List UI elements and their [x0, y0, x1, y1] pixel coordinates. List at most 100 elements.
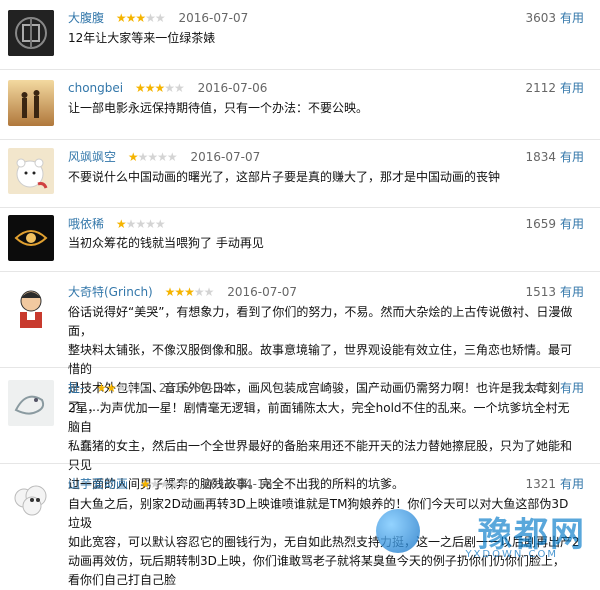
star-filled-icon: ★ [127, 150, 139, 164]
review-header: 山芋爱动画 ★★★★★ 2016-04-18 [68, 475, 272, 493]
white-bear-avatar-icon [8, 148, 54, 194]
star-filled-icon: ★ [115, 11, 127, 25]
review-text-line: 动画再效仿，玩后期转制3D上映，你们谁敢骂老子就将某臭鱼今天的例子扔你们仍你们脸… [68, 554, 565, 568]
star-filled-icon: ★ [105, 381, 117, 395]
star-empty-icon: ★ [135, 381, 146, 395]
review-text-line: 俗话说得好“美哭”，有想象力，看到了你们的努力，不易。然而大杂烩的上古传说傲衬、… [68, 305, 573, 338]
username-link[interactable]: 大奇特(Grinch) [68, 285, 153, 299]
star-empty-icon: ★ [193, 285, 205, 299]
rating-stars: ★★★★★ [134, 79, 185, 97]
username-link[interactable]: 山芋爱动画 [68, 477, 128, 491]
rating-stars: ★★★★★ [139, 475, 190, 493]
dark-emblem-avatar-icon [8, 10, 54, 56]
review-header: 风飒飒空 ★★★★★ 2016-07-07 [68, 148, 260, 166]
useful-button[interactable]: 有用 [560, 9, 584, 27]
review-text-line: 如此宽容，可以默认容忍它的圈钱行为，无自如此热烈支持力挺，这一之后剧一一以后剧再… [68, 535, 580, 549]
star-empty-icon: ★ [169, 477, 180, 491]
avatar[interactable] [8, 148, 54, 194]
star-empty-icon: ★ [164, 81, 175, 95]
sheep-cartoon-avatar-icon [8, 476, 54, 522]
review-date: 2016-07-07 [227, 285, 297, 299]
star-empty-icon: ★ [135, 217, 146, 231]
review-date: 2016-07-06 [197, 81, 268, 95]
star-filled-icon: ★ [135, 11, 146, 25]
avatar[interactable] [8, 476, 54, 522]
rating-stars: ★★★★★ [115, 215, 166, 233]
review-item: chongbei ★★★★★ 2016-07-06 2112 有用 让一部电影永… [0, 70, 600, 140]
review-date: 2016-07-07 [190, 150, 261, 164]
review-header: 大奇特(Grinch) ★★★★★ 2016-07-07 [68, 283, 297, 301]
review-header: 大腹腹 ★★★★★ 2016-07-07 [68, 9, 248, 27]
avatar[interactable] [8, 10, 54, 56]
star-filled-icon: ★ [154, 81, 165, 95]
useful-button[interactable]: 有用 [560, 475, 584, 493]
username-link[interactable]: 哦依稀 [68, 217, 104, 231]
rating-stars: ★★★★★ [96, 379, 146, 397]
star-empty-icon: ★ [145, 11, 156, 25]
review-date: 2016-04-18 [202, 477, 273, 491]
sunset-couple-avatar-icon [8, 80, 54, 126]
useful-button[interactable]: 有用 [560, 215, 584, 233]
star-filled-icon: ★ [125, 11, 137, 25]
review-text-line: 看你们自己打自己脸 [68, 573, 177, 587]
useful-count: 1321 [525, 477, 556, 491]
star-empty-icon: ★ [145, 217, 156, 231]
useful-button[interactable]: 有用 [560, 148, 584, 166]
star-empty-icon: ★ [154, 11, 166, 25]
useful-count: 2112 [525, 81, 556, 95]
star-empty-icon: ★ [159, 477, 170, 491]
review-item: 大腹腹 ★★★★★ 2016-07-07 3603 有用 12年让大家等来一位绿… [0, 0, 600, 70]
username-link[interactable]: 扯- [68, 381, 84, 395]
review-text: 12年让大家等来一位绿茶婊 [68, 31, 216, 45]
star-empty-icon: ★ [115, 381, 127, 395]
review-text: 不要说什么中国动画的曙光了，这部片子要是真的赚大了，那才是中国动画的丧钟 [68, 170, 501, 184]
username-link[interactable]: 风飒飒空 [68, 150, 116, 164]
star-empty-icon: ★ [147, 150, 158, 164]
star-filled-icon: ★ [134, 81, 146, 95]
star-filled-icon: ★ [96, 381, 107, 395]
username-link[interactable]: chongbei [68, 81, 123, 95]
avatar[interactable] [8, 80, 54, 126]
star-empty-icon: ★ [178, 477, 190, 491]
star-filled-icon: ★ [139, 477, 151, 491]
useful-count: 3603 [525, 11, 556, 25]
review-text: 自大鱼之后，别家2D动画再转3D上映谁喷谁就是TM狗娘养的！你们今天可以对大鱼这… [68, 495, 580, 590]
avatar[interactable] [8, 215, 54, 261]
review-item: 哦依稀 ★★★★★ 1659 有用 当初众筹花的钱就当喂狗了 手动再见 [0, 208, 600, 272]
star-filled-icon: ★ [164, 285, 176, 299]
avatar[interactable] [8, 380, 54, 426]
review-item: 大奇特(Grinch) ★★★★★ 2016-07-07 1513 有用 俗话说… [0, 272, 600, 414]
star-empty-icon: ★ [154, 217, 166, 231]
glowing-symbol-avatar-icon [8, 215, 54, 261]
useful-button[interactable]: 有用 [560, 379, 584, 397]
star-filled-icon: ★ [184, 285, 195, 299]
username-link[interactable]: 大腹腹 [68, 11, 104, 25]
star-filled-icon: ★ [144, 81, 156, 95]
review-date: 2016-07-04 [158, 381, 229, 395]
review-header: chongbei ★★★★★ 2016-07-06 [68, 79, 267, 97]
review-item: 风飒飒空 ★★★★★ 2016-07-07 1834 有用 不要说什么中国动画的… [0, 140, 600, 208]
star-empty-icon: ★ [125, 381, 136, 395]
review-item: 扯- ★★★★★ 2016-07-04 1417 有用 2星，为声优加一星！剧情… [0, 368, 600, 491]
review-header: 扯- ★★★★★ 2016-07-04 [68, 379, 229, 397]
star-filled-icon: ★ [115, 217, 127, 231]
review-date: 2016-07-07 [178, 11, 249, 25]
avatar[interactable] [8, 284, 54, 330]
review-text: 让一部电影永远保持期待值，只有一个办法：不要公映。 [68, 101, 369, 115]
review-text: 当初众筹花的钱就当喂狗了 手动再见 [68, 236, 264, 250]
useful-button[interactable]: 有用 [560, 79, 584, 97]
review-text-line: 2星，为声优加一星！剧情毫无逻辑，前面铺陈太大，完全hold不住的乱来。一个坑爹… [68, 401, 570, 434]
review-text-line: 自大鱼之后，别家2D动画再转3D上映谁喷谁就是TM狗娘养的！你们今天可以对大鱼这… [68, 497, 569, 530]
useful-count: 1834 [525, 150, 556, 164]
rating-stars: ★★★★★ [164, 283, 215, 301]
rating-stars: ★★★★★ [127, 148, 178, 166]
star-empty-icon: ★ [166, 150, 178, 164]
rating-stars: ★★★★★ [115, 9, 166, 27]
sketch-bird-avatar-icon [8, 380, 54, 426]
star-filled-icon: ★ [174, 285, 185, 299]
star-empty-icon: ★ [137, 150, 149, 164]
useful-count: 1417 [525, 381, 556, 395]
useful-count: 1513 [525, 285, 556, 299]
review-header: 哦依稀 ★★★★★ [68, 215, 175, 233]
useful-button[interactable]: 有用 [560, 283, 584, 301]
